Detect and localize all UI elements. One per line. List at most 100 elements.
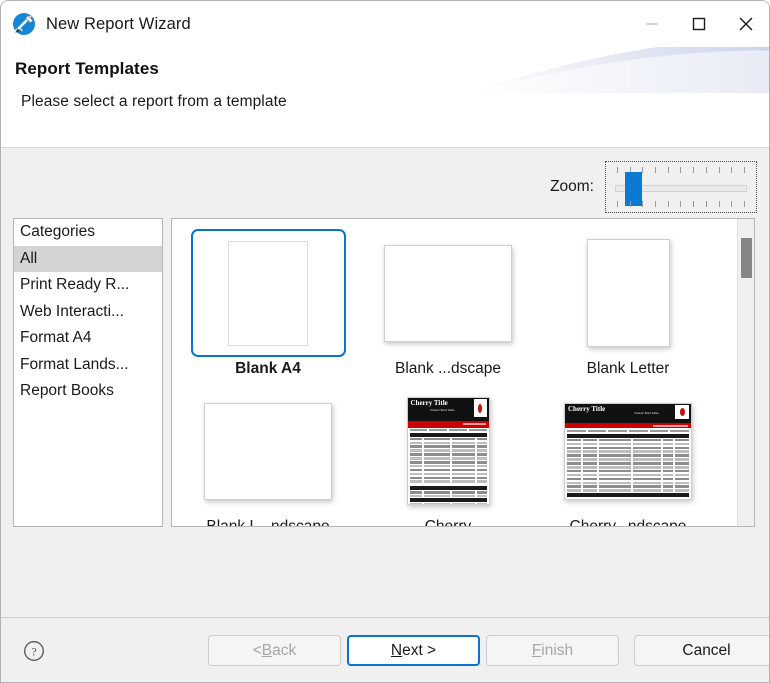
next-button-mnemonic: N [390,641,403,659]
table-row [409,468,487,472]
finish-button[interactable]: Finish [486,635,619,666]
category-item-format-a4[interactable]: Format A4 [14,325,162,352]
page-subtitle: Please select a report from a template [21,93,287,110]
category-item-all[interactable]: All [14,245,162,272]
zoom-label: Zoom: [550,178,594,195]
cherry-data-rows [408,437,489,486]
window-controls [628,1,769,47]
category-item-report-books[interactable]: Report Books [14,378,162,405]
gallery-scrollbar-thumb[interactable] [741,238,752,278]
new-report-wizard-window: New Report Wizard Report Templates Pleas… [0,0,770,683]
page-thumbnail-blank-a4 [228,240,308,346]
table-row [567,465,689,469]
table-row [567,473,689,477]
page-thumbnail-blank-letter-landscape [204,402,332,500]
cherry-footer-band [409,498,487,502]
cherry-accent-band [407,421,489,428]
template-label: Blank ...dscape [395,360,501,377]
categories-list-header: Categories [20,223,95,240]
minimize-icon [645,23,658,25]
maximize-icon [692,17,705,31]
cherry-data-rows [565,438,691,494]
table-row [567,450,689,453]
cherry-report-title: Cherry Title [410,399,448,407]
cherry-footer-band [567,492,689,497]
cherry-header-band: Cherry Title Classic Bold Table [407,398,489,422]
finish-button-rest: inish [541,641,574,659]
table-row [409,437,487,441]
table-row [567,438,689,442]
back-button-rest: ack [272,641,297,659]
table-row [567,481,689,485]
page-thumbnail-blank-landscape [384,244,512,342]
back-button-mnemonic: B [261,641,273,659]
page-thumbnail-blank-letter [586,239,670,347]
table-row [567,469,689,473]
template-item-blank-a4[interactable]: Blank A4 [178,225,358,383]
template-item-blank-letter[interactable]: Blank Letter [538,225,718,383]
table-row [409,460,487,464]
template-thumbnail-frame [551,229,706,357]
table-row [409,472,487,476]
template-gallery[interactable]: Blank A4 Blank ...dscape Blank Letter Bl… [171,218,755,527]
table-row [409,449,487,452]
table-row [409,441,487,445]
template-label: Cherry [424,518,472,527]
template-thumbnail-frame [191,387,346,515]
window-title: New Report Wizard [46,14,191,33]
cherry-report-subtitle: Classic Bold Table [634,410,659,415]
header-decoration-graphic [469,47,769,93]
wizard-buttons: < Back Next > Finish Cancel [208,635,769,666]
cancel-button-label: Cancel [682,641,731,659]
zoom-slider[interactable] [605,161,757,213]
cherry-report-title: Cherry Title [568,404,606,413]
cherry-column-headers [565,428,691,433]
wizard-footer: ? < Back Next > Finish Cancel [1,618,769,682]
template-item-blank-letter-landscape[interactable]: Blank L...ndscape [178,383,358,527]
wizard-header: Report Templates Please select a report … [1,47,769,148]
category-item-print-ready-reports[interactable]: Print Ready R... [14,272,162,299]
close-icon [739,17,752,31]
next-button-rest: ext > [402,641,437,659]
back-button[interactable]: < Back [208,635,341,666]
gallery-scrollbar[interactable] [737,219,754,526]
maximize-button[interactable] [675,1,722,47]
template-thumbnail-frame: Cherry Title Classic Bold Table [551,387,706,515]
close-button[interactable] [722,1,769,47]
report-wizard-icon [13,13,35,35]
cherry-header-band: Cherry Title Classic Bold Table [565,403,691,423]
table-row [567,442,689,446]
table-row [409,457,487,460]
category-item-format-landscape[interactable]: Format Lands... [14,352,162,379]
template-label: Blank L...ndscape [206,518,330,527]
cherry-logo-icon [675,404,689,420]
table-row [409,502,487,504]
table-row [409,445,487,448]
title-bar: New Report Wizard [1,1,769,47]
cancel-button[interactable]: Cancel [634,635,769,666]
template-gallery-items: Blank A4 Blank ...dscape Blank Letter Bl… [172,219,736,526]
table-row [567,462,689,465]
template-item-cherry-landscape[interactable]: Cherry Title Classic Bold Table Cherry..… [538,383,718,526]
cherry-accent-band [565,422,691,429]
table-row [567,454,689,457]
help-icon[interactable]: ? [23,640,45,662]
table-row [567,446,689,450]
template-label: Blank A4 [235,360,301,377]
category-item-web-interactive[interactable]: Web Interacti... [14,299,162,326]
next-button[interactable]: Next > [347,635,480,666]
zoom-slider-ticks-bottom [617,201,745,207]
template-thumbnail-frame [190,229,346,357]
back-button-prefix: < [252,641,262,659]
categories-list[interactable]: Categories All Print Ready R... Web Inte… [13,218,163,527]
template-thumbnail-frame: Cherry Title Classic Bold Table [371,387,526,515]
template-item-blank-a4-landscape[interactable]: Blank ...dscape [358,225,538,383]
table-row [409,476,487,480]
cherry-column-headers [407,427,489,432]
table-row [409,464,487,468]
page-thumbnail-cherry: Cherry Title Classic Bold Table [406,397,490,505]
template-item-cherry[interactable]: Cherry Title Classic Bold Table Cherry [358,383,538,527]
template-label: Blank Letter [586,360,670,377]
cherry-logo-icon [473,399,487,418]
minimize-button[interactable] [628,1,675,47]
